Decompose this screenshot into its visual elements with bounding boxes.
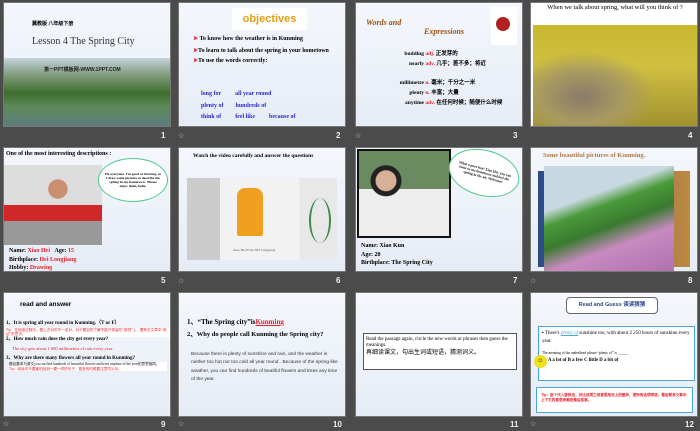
tree-drawing xyxy=(309,198,331,243)
objective-3: ➤To use the words correctly: xyxy=(193,58,268,64)
animation-icon: ☆ xyxy=(530,277,537,285)
sentence: ▪ There's plenty of sunshine too, with a… xyxy=(542,331,690,344)
slide-number: 8 xyxy=(688,276,693,285)
word-row: budding adj. 正发芽的 xyxy=(404,51,458,57)
expressions-heading: Expressions xyxy=(424,27,465,36)
slide-thumbnail-12[interactable]: Read and Guess 读读猜猜 ▪ There's plenty of … xyxy=(530,292,698,417)
smiley-icon: ☺ xyxy=(534,355,547,368)
answer-2: The city gets about 1 000 millimeters of… xyxy=(12,346,114,351)
girl-drawing xyxy=(237,188,263,236)
instruction-box: Read the passage again, circle the new w… xyxy=(363,333,517,370)
slide-number: 9 xyxy=(161,420,166,429)
slide-number: 10 xyxy=(333,420,342,429)
slide-title: read and answer xyxy=(20,301,72,308)
word-row: millimetre n. 毫米；千分之一米 xyxy=(399,80,476,86)
word-row: nearly adv. 几乎；差不多；将近 xyxy=(409,61,486,67)
phrase: feel like xyxy=(235,114,256,120)
slide-number: 4 xyxy=(688,131,693,140)
speech-bubble: What a poor boy! Xiao Hei, you can come … xyxy=(443,148,522,205)
slide-title: One of the most interesting descriptions… xyxy=(6,151,112,157)
tip-1: Tip：在阅读过程中，看上去对的不一定对。对于题目的了解不能只停留在“感觉”上，… xyxy=(6,327,170,337)
phrase: long for xyxy=(201,91,222,97)
rose-icon xyxy=(491,7,517,45)
speech-bubble: Hi, everyone. I'm good at drawing, so I … xyxy=(98,158,168,202)
slide-thumbnail-9[interactable]: read and answer 1、It is spring all year … xyxy=(3,292,171,417)
slide-thumbnail-2[interactable]: objectives ➤ To know how the weather is … xyxy=(178,2,346,127)
slide-thumbnail-4[interactable]: When we talk about spring, what will you… xyxy=(530,2,698,127)
animation-icon: ☆ xyxy=(3,420,10,428)
slide-thumbnail-8[interactable]: Some beautiful pictures of Kunming. xyxy=(530,147,698,272)
slide-title: Watch the video carefully and answer the… xyxy=(193,153,314,159)
instruction-en: Read the passage again, circle the new w… xyxy=(366,337,508,348)
slide-thumbnail-1[interactable]: 冀教版 八年级下册 Lesson 4 The Spring City 第一PPT… xyxy=(3,2,171,127)
question-1: 1、“The Spring city”isKunming xyxy=(187,318,284,326)
objective-1: ➤ To know how the weather is in Kunming xyxy=(193,36,303,42)
slide-title: Lesson 4 The Spring City xyxy=(32,36,135,47)
tip-box: Tip：逐个代入替换法，对比选项之间意思用法上的差异，把所有选项带进，最后联系文… xyxy=(536,387,693,413)
question-2: 2、How much rain does the city get every … xyxy=(6,336,109,342)
watermark: 第一PPT模板网-WWW.1PPT.COM xyxy=(44,67,121,73)
question-2: 2、Why do people call Kunming the Spring … xyxy=(187,331,324,338)
slide-thumbnail-10[interactable]: 1、“The Spring city”isKunming 2、Why do pe… xyxy=(178,292,346,417)
phrase: plenty of xyxy=(201,102,224,109)
word-row: anytime adv. 在任何时候；随便什么时候 xyxy=(405,100,503,106)
objective-2: ➤To learn to talk about the spring in yo… xyxy=(193,47,329,54)
slide-number: 7 xyxy=(513,276,518,285)
slide-thumbnail-11[interactable]: Read the passage again, circle the new w… xyxy=(355,292,523,417)
phrase: all year round xyxy=(235,91,272,97)
boy-photo xyxy=(4,165,102,245)
woman-photo xyxy=(357,149,451,238)
slide-thumbnail-7[interactable]: What a poor boy! Xiao Hei, you can come … xyxy=(355,147,523,272)
animation-icon: ☆ xyxy=(178,132,185,140)
slide-thumbnail-5[interactable]: One of the most interesting descriptions… xyxy=(3,147,171,272)
answer-3: 题目要求与原文you can find hundreds of beautifu… xyxy=(9,362,167,372)
slide-title: When we talk about spring, what will you… xyxy=(547,4,683,11)
animation-icon: ☆ xyxy=(530,420,537,428)
word-row: plenty n. 丰富；大量 xyxy=(409,90,459,96)
slide-number: 12 xyxy=(685,420,694,429)
words-heading: Words and xyxy=(366,18,402,27)
publisher-label: 冀教版 八年级下册 xyxy=(32,21,74,27)
rapeseed-field-photo xyxy=(533,25,697,126)
slide-title: Some beautiful pictures of Kunming. xyxy=(543,152,646,159)
options: A a lot of B a few C little D a bit of xyxy=(548,358,619,363)
flower-hill-photo xyxy=(544,166,674,271)
slide-thumbnail-6[interactable]: Watch the video carefully and answer the… xyxy=(178,147,346,272)
phrase: hundreds of xyxy=(235,102,267,109)
instruction-zh: 再细读课文，勾出生词或短语，猜测词义。 xyxy=(366,349,481,356)
objectives-heading: objectives xyxy=(232,8,307,30)
drawing-caption: Xiao Hei From Hei Longjiang xyxy=(233,248,276,252)
profile-info: Name: Xiao Kun Age: 20 Birthplace: The Spr… xyxy=(361,243,433,266)
question-text: The meaning of the underlined phrase “pl… xyxy=(542,351,629,355)
drawing-video-frame[interactable]: Xiao Hei From Hei Longjiang xyxy=(187,178,337,260)
answer-text: Because there is plenty of sunshine and … xyxy=(191,352,338,382)
animation-icon: ☆ xyxy=(178,420,185,428)
slide-number: 11 xyxy=(510,420,519,429)
animation-icon: ☆ xyxy=(178,277,185,285)
question-box: ▪ There's plenty of sunshine too, with a… xyxy=(538,326,695,381)
slide-title: Read and Guess 读读猜猜 xyxy=(566,297,658,314)
slide-number: 2 xyxy=(336,131,341,140)
slide-number: 5 xyxy=(161,276,166,285)
slide-number: 1 xyxy=(161,131,166,140)
animation-icon: ☆ xyxy=(355,132,362,140)
slide-thumbnail-3[interactable]: Words and Expressions budding adj. 正发芽的 … xyxy=(355,2,523,127)
phrase: because of xyxy=(269,114,296,120)
phrase: think of xyxy=(201,114,222,120)
slide-number: 3 xyxy=(513,131,518,140)
slide-number: 6 xyxy=(336,276,341,285)
profile-info: Name: Xiao Hei Age: 15 Birthplace: Hei L… xyxy=(9,248,77,271)
